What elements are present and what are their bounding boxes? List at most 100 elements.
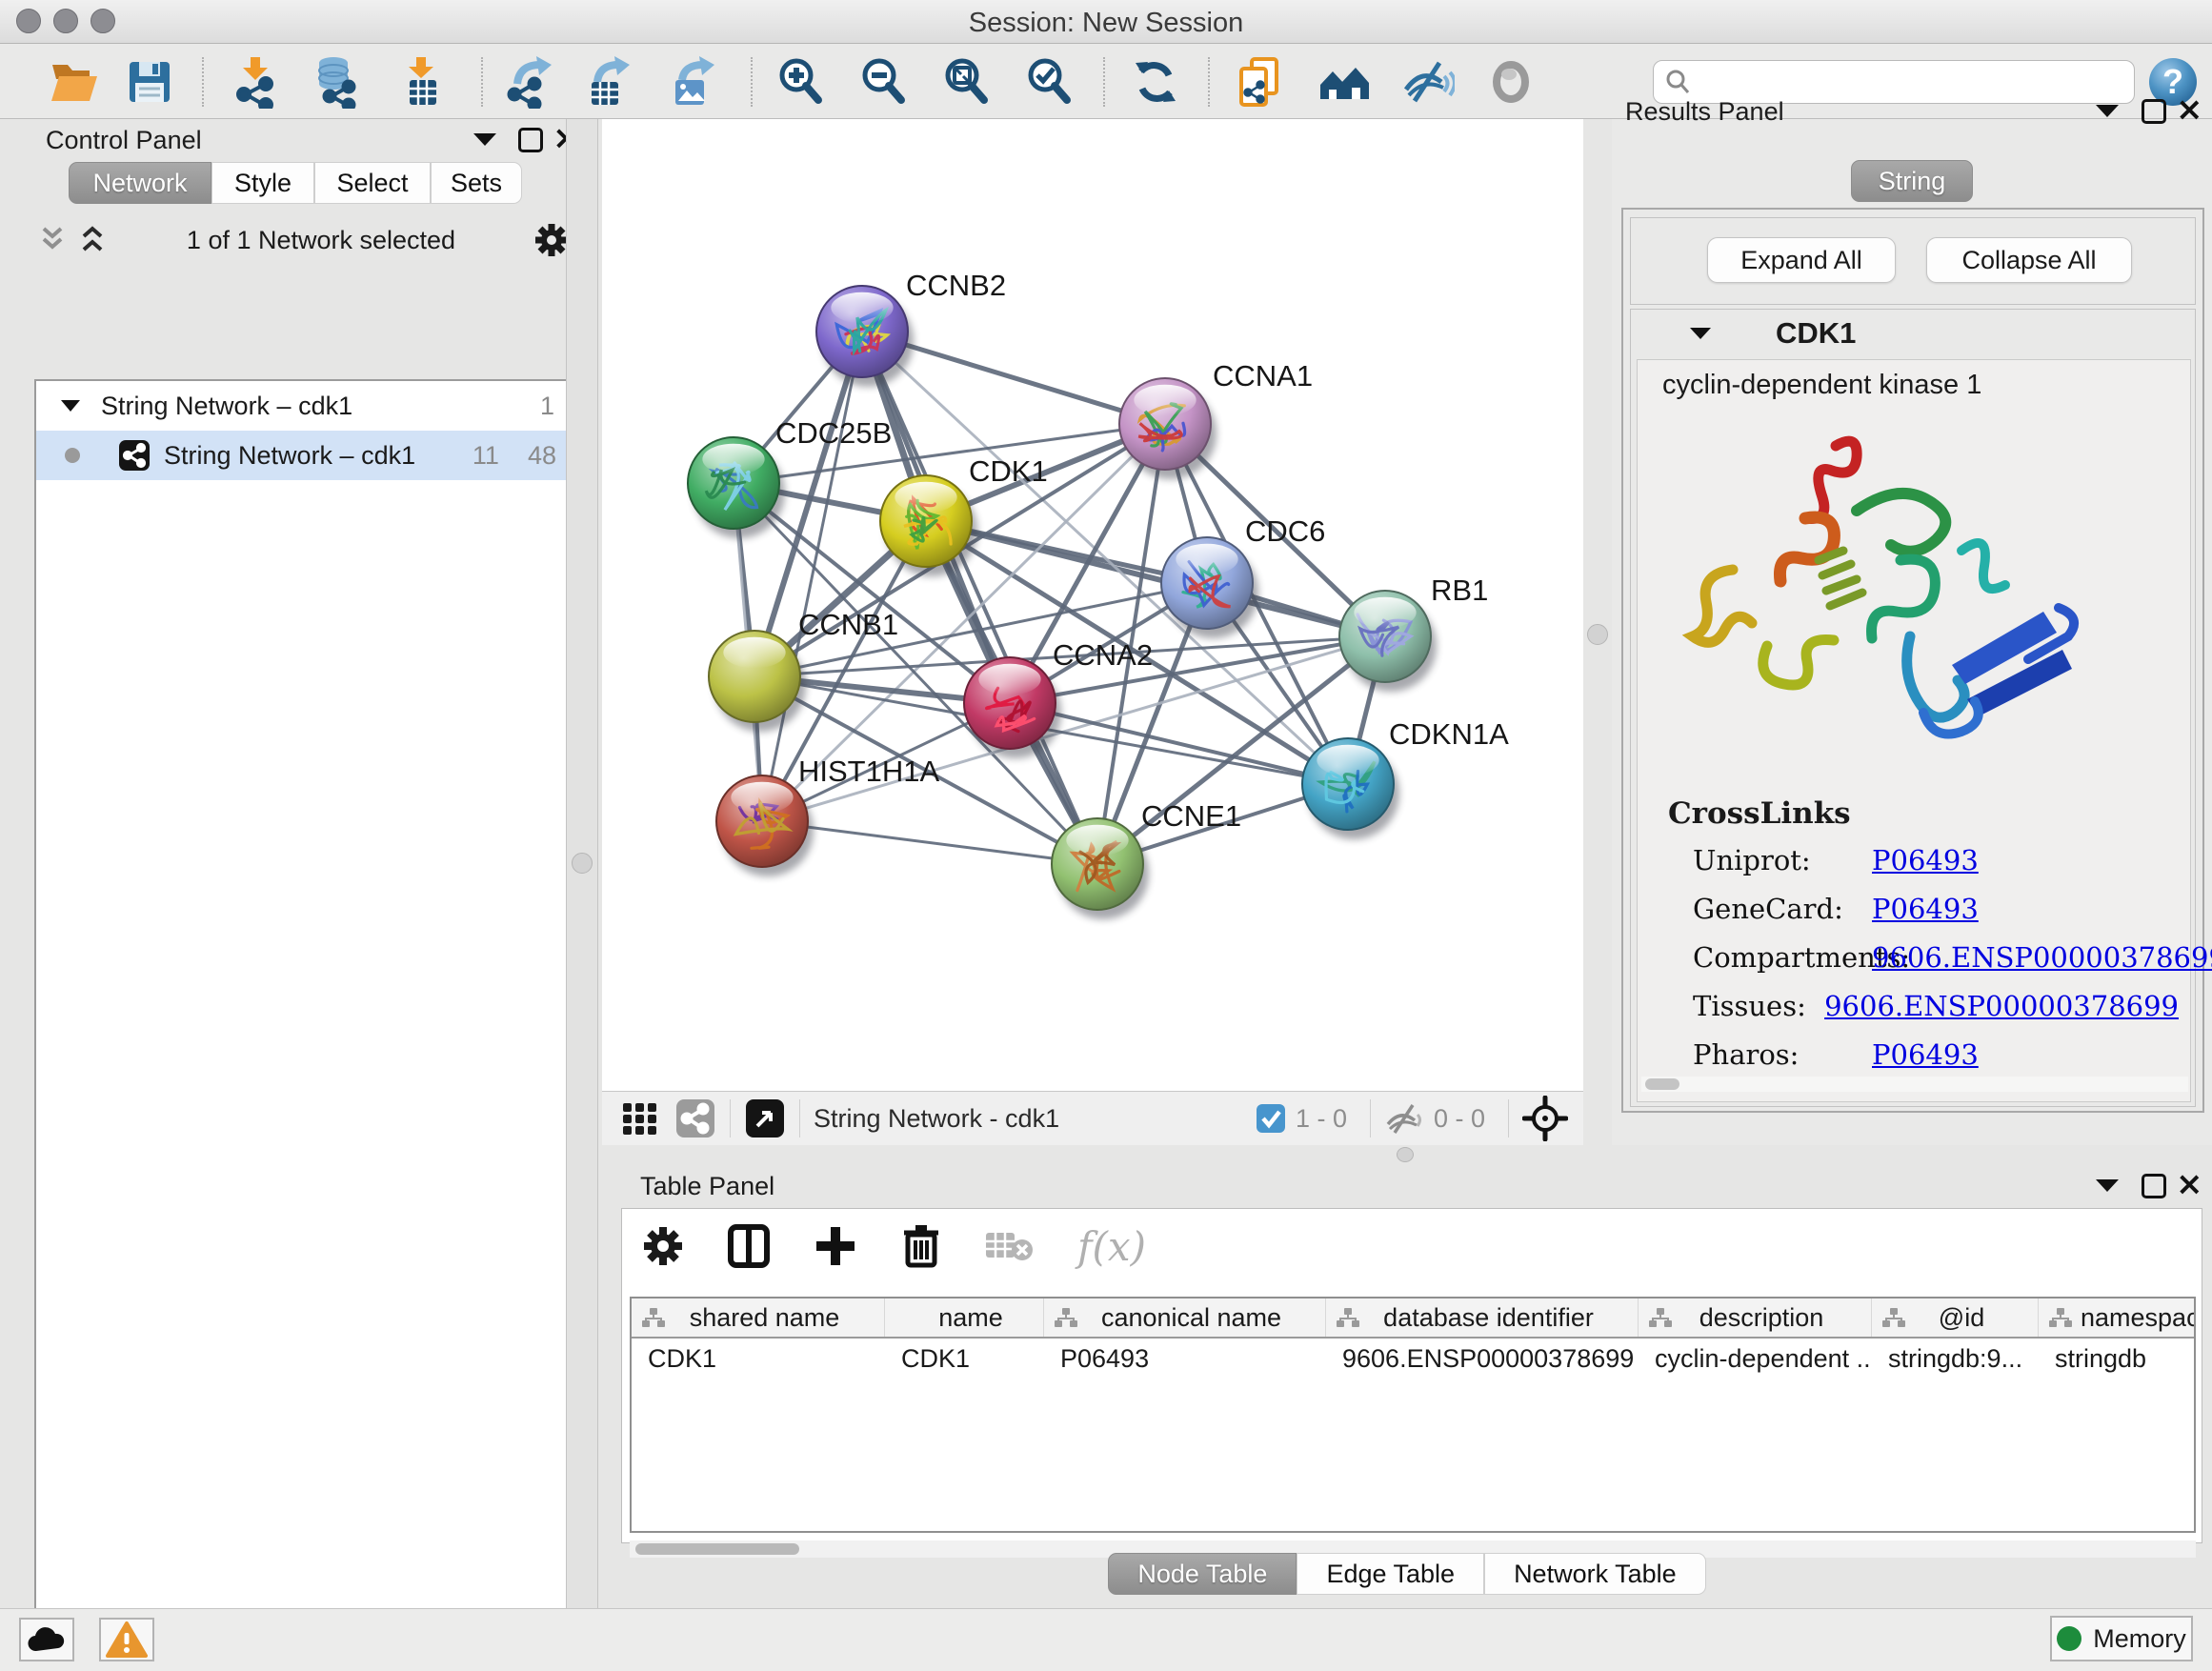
- node-CDC25B[interactable]: CDC25B: [688, 416, 892, 538]
- refresh-icon[interactable]: [1128, 54, 1183, 110]
- node-CCNA1[interactable]: CCNA1: [1119, 359, 1313, 479]
- birdseye-icon[interactable]: [744, 1097, 786, 1139]
- crosslink-value[interactable]: P06493: [1872, 1038, 1979, 1071]
- hide-panel-eye-icon[interactable]: [1400, 54, 1456, 110]
- zoom-out-icon[interactable]: [856, 54, 912, 110]
- grid-view-icon[interactable]: [619, 1097, 661, 1139]
- crosslink-value[interactable]: 9606.ENSP00000378699: [1872, 941, 2212, 974]
- string-home-icon[interactable]: [1317, 54, 1372, 110]
- table-gear-icon[interactable]: [641, 1224, 685, 1268]
- hidden-eye-icon[interactable]: [1384, 1101, 1424, 1136]
- import-network-database-icon[interactable]: [308, 54, 363, 110]
- separator: [799, 1099, 800, 1137]
- zoom-fit-icon[interactable]: [939, 54, 995, 110]
- warning-button[interactable]: [99, 1618, 154, 1661]
- column-header-database-identifier[interactable]: database identifier: [1326, 1299, 1639, 1337]
- delete-column-icon[interactable]: [898, 1223, 944, 1269]
- crosslink-value[interactable]: 9606.ENSP00000378699: [1824, 990, 2179, 1022]
- maximize-panel-icon[interactable]: [2142, 99, 2166, 124]
- share-view-icon[interactable]: [674, 1097, 716, 1139]
- results-hscrollbar[interactable]: [1641, 1077, 2188, 1092]
- bottom-splitter[interactable]: [602, 1145, 2212, 1164]
- control-panel-tabs: NetworkStyleSelectSets: [69, 162, 522, 204]
- column-header-canonical-name[interactable]: canonical name: [1044, 1299, 1326, 1337]
- tab-select[interactable]: Select: [314, 162, 431, 204]
- copy-documents-icon[interactable]: [1232, 54, 1287, 110]
- collapse-all-button[interactable]: Collapse All: [1926, 237, 2132, 283]
- left-splitter[interactable]: [566, 119, 598, 1608]
- crosshair-icon[interactable]: [1522, 1096, 1568, 1141]
- export-table-icon[interactable]: [581, 54, 636, 110]
- node-CDKN1A[interactable]: CDKN1A: [1302, 717, 1509, 839]
- main-toolbar: ?: [0, 44, 2212, 119]
- open-file-icon[interactable]: [46, 54, 101, 110]
- tab-network[interactable]: Network: [69, 162, 211, 204]
- export-network-icon[interactable]: [503, 54, 558, 110]
- node-label-HIST1H1A: HIST1H1A: [798, 755, 939, 788]
- search-input[interactable]: [1692, 68, 2111, 97]
- memory-button[interactable]: Memory: [2050, 1616, 2193, 1661]
- cloud-button[interactable]: [19, 1618, 74, 1661]
- right-splitter[interactable]: [1583, 119, 1612, 1145]
- column-header-name[interactable]: name: [885, 1299, 1044, 1337]
- import-table-file-icon[interactable]: [394, 54, 450, 110]
- panel-title-label: Control Panel: [46, 126, 202, 154]
- show-columns-icon[interactable]: [725, 1222, 773, 1270]
- network-canvas[interactable]: CCNB2CCNA1CDC25BCDK1CDC6RB1CCNB1CCNA2CDK…: [602, 119, 1583, 1091]
- selected-checkbox-icon[interactable]: [1256, 1103, 1286, 1134]
- node-RB1[interactable]: RB1: [1339, 574, 1488, 692]
- tab-node-table[interactable]: Node Table: [1108, 1553, 1297, 1595]
- save-session-icon[interactable]: [122, 54, 177, 110]
- network-collection-row[interactable]: String Network – cdk1 1: [36, 381, 572, 431]
- left-splitter-handle[interactable]: [572, 853, 593, 874]
- add-column-icon[interactable]: [813, 1223, 858, 1269]
- tab-sets[interactable]: Sets: [431, 162, 522, 204]
- node-CCNE1[interactable]: CCNE1: [1052, 799, 1241, 919]
- expand-all-icon[interactable]: [76, 226, 109, 254]
- import-network-file-icon[interactable]: [229, 54, 284, 110]
- separator: [1370, 1099, 1371, 1137]
- bottom-splitter-handle[interactable]: [1397, 1147, 1414, 1162]
- collapse-all-icon[interactable]: [36, 226, 69, 254]
- delete-table-icon: [984, 1225, 1037, 1267]
- expand-all-button[interactable]: Expand All: [1707, 237, 1896, 283]
- node-label-CDC25B: CDC25B: [775, 416, 892, 450]
- maximize-panel-icon[interactable]: [518, 128, 543, 152]
- tab-edge-table[interactable]: Edge Table: [1297, 1553, 1484, 1595]
- crosslink-value[interactable]: P06493: [1872, 893, 1979, 925]
- zoom-in-icon[interactable]: [774, 54, 829, 110]
- table-row[interactable]: CDK1CDK1P064939606.ENSP00000378699cyclin…: [632, 1339, 2194, 1379]
- crosslink-row: Tissues:9606.ENSP00000378699: [1693, 990, 2179, 1022]
- float-panel-icon[interactable]: [473, 133, 496, 146]
- node-CDK1[interactable]: CDK1: [880, 454, 1048, 576]
- results-hscroll-thumb[interactable]: [1645, 1078, 1679, 1090]
- table-cell: CDK1: [632, 1339, 885, 1379]
- maximize-panel-icon[interactable]: [2142, 1174, 2166, 1198]
- tab-network-table[interactable]: Network Table: [1484, 1553, 1706, 1595]
- network-row[interactable]: String Network – cdk1 11 48: [36, 431, 572, 480]
- tab-string[interactable]: String: [1851, 160, 1974, 202]
- column-header-@id[interactable]: @id: [1872, 1299, 2039, 1337]
- zoom-selected-icon[interactable]: [1022, 54, 1077, 110]
- close-panel-icon[interactable]: ×: [2176, 1172, 2203, 1197]
- node-HIST1H1A[interactable]: HIST1H1A: [716, 755, 939, 876]
- status-bar: Memory: [0, 1608, 2212, 1671]
- column-header-description[interactable]: description: [1639, 1299, 1872, 1337]
- section-expander-icon[interactable]: [1690, 328, 1711, 339]
- export-image-icon[interactable]: [666, 54, 721, 110]
- float-panel-icon[interactable]: [2096, 1179, 2119, 1192]
- control-panel: Control Panel × NetworkStyleSelectSets 1…: [10, 124, 562, 1596]
- float-panel-icon[interactable]: [2096, 105, 2119, 117]
- column-header-namespace[interactable]: namespace: [2039, 1299, 2196, 1337]
- toolbar-separator: [1208, 57, 1210, 107]
- column-header-shared-name[interactable]: shared name: [632, 1299, 885, 1337]
- node-CDC6[interactable]: CDC6: [1161, 514, 1325, 638]
- tab-style[interactable]: Style: [211, 162, 314, 204]
- tree-expander-icon[interactable]: [61, 400, 80, 412]
- node-result-header[interactable]: CDK1: [1631, 310, 2195, 357]
- show-panel-eye-icon[interactable]: [1483, 54, 1538, 110]
- crosslink-value[interactable]: P06493: [1872, 844, 1979, 876]
- close-panel-icon[interactable]: ×: [2176, 97, 2203, 122]
- gear-icon[interactable]: [533, 222, 570, 258]
- right-splitter-handle[interactable]: [1587, 624, 1608, 645]
